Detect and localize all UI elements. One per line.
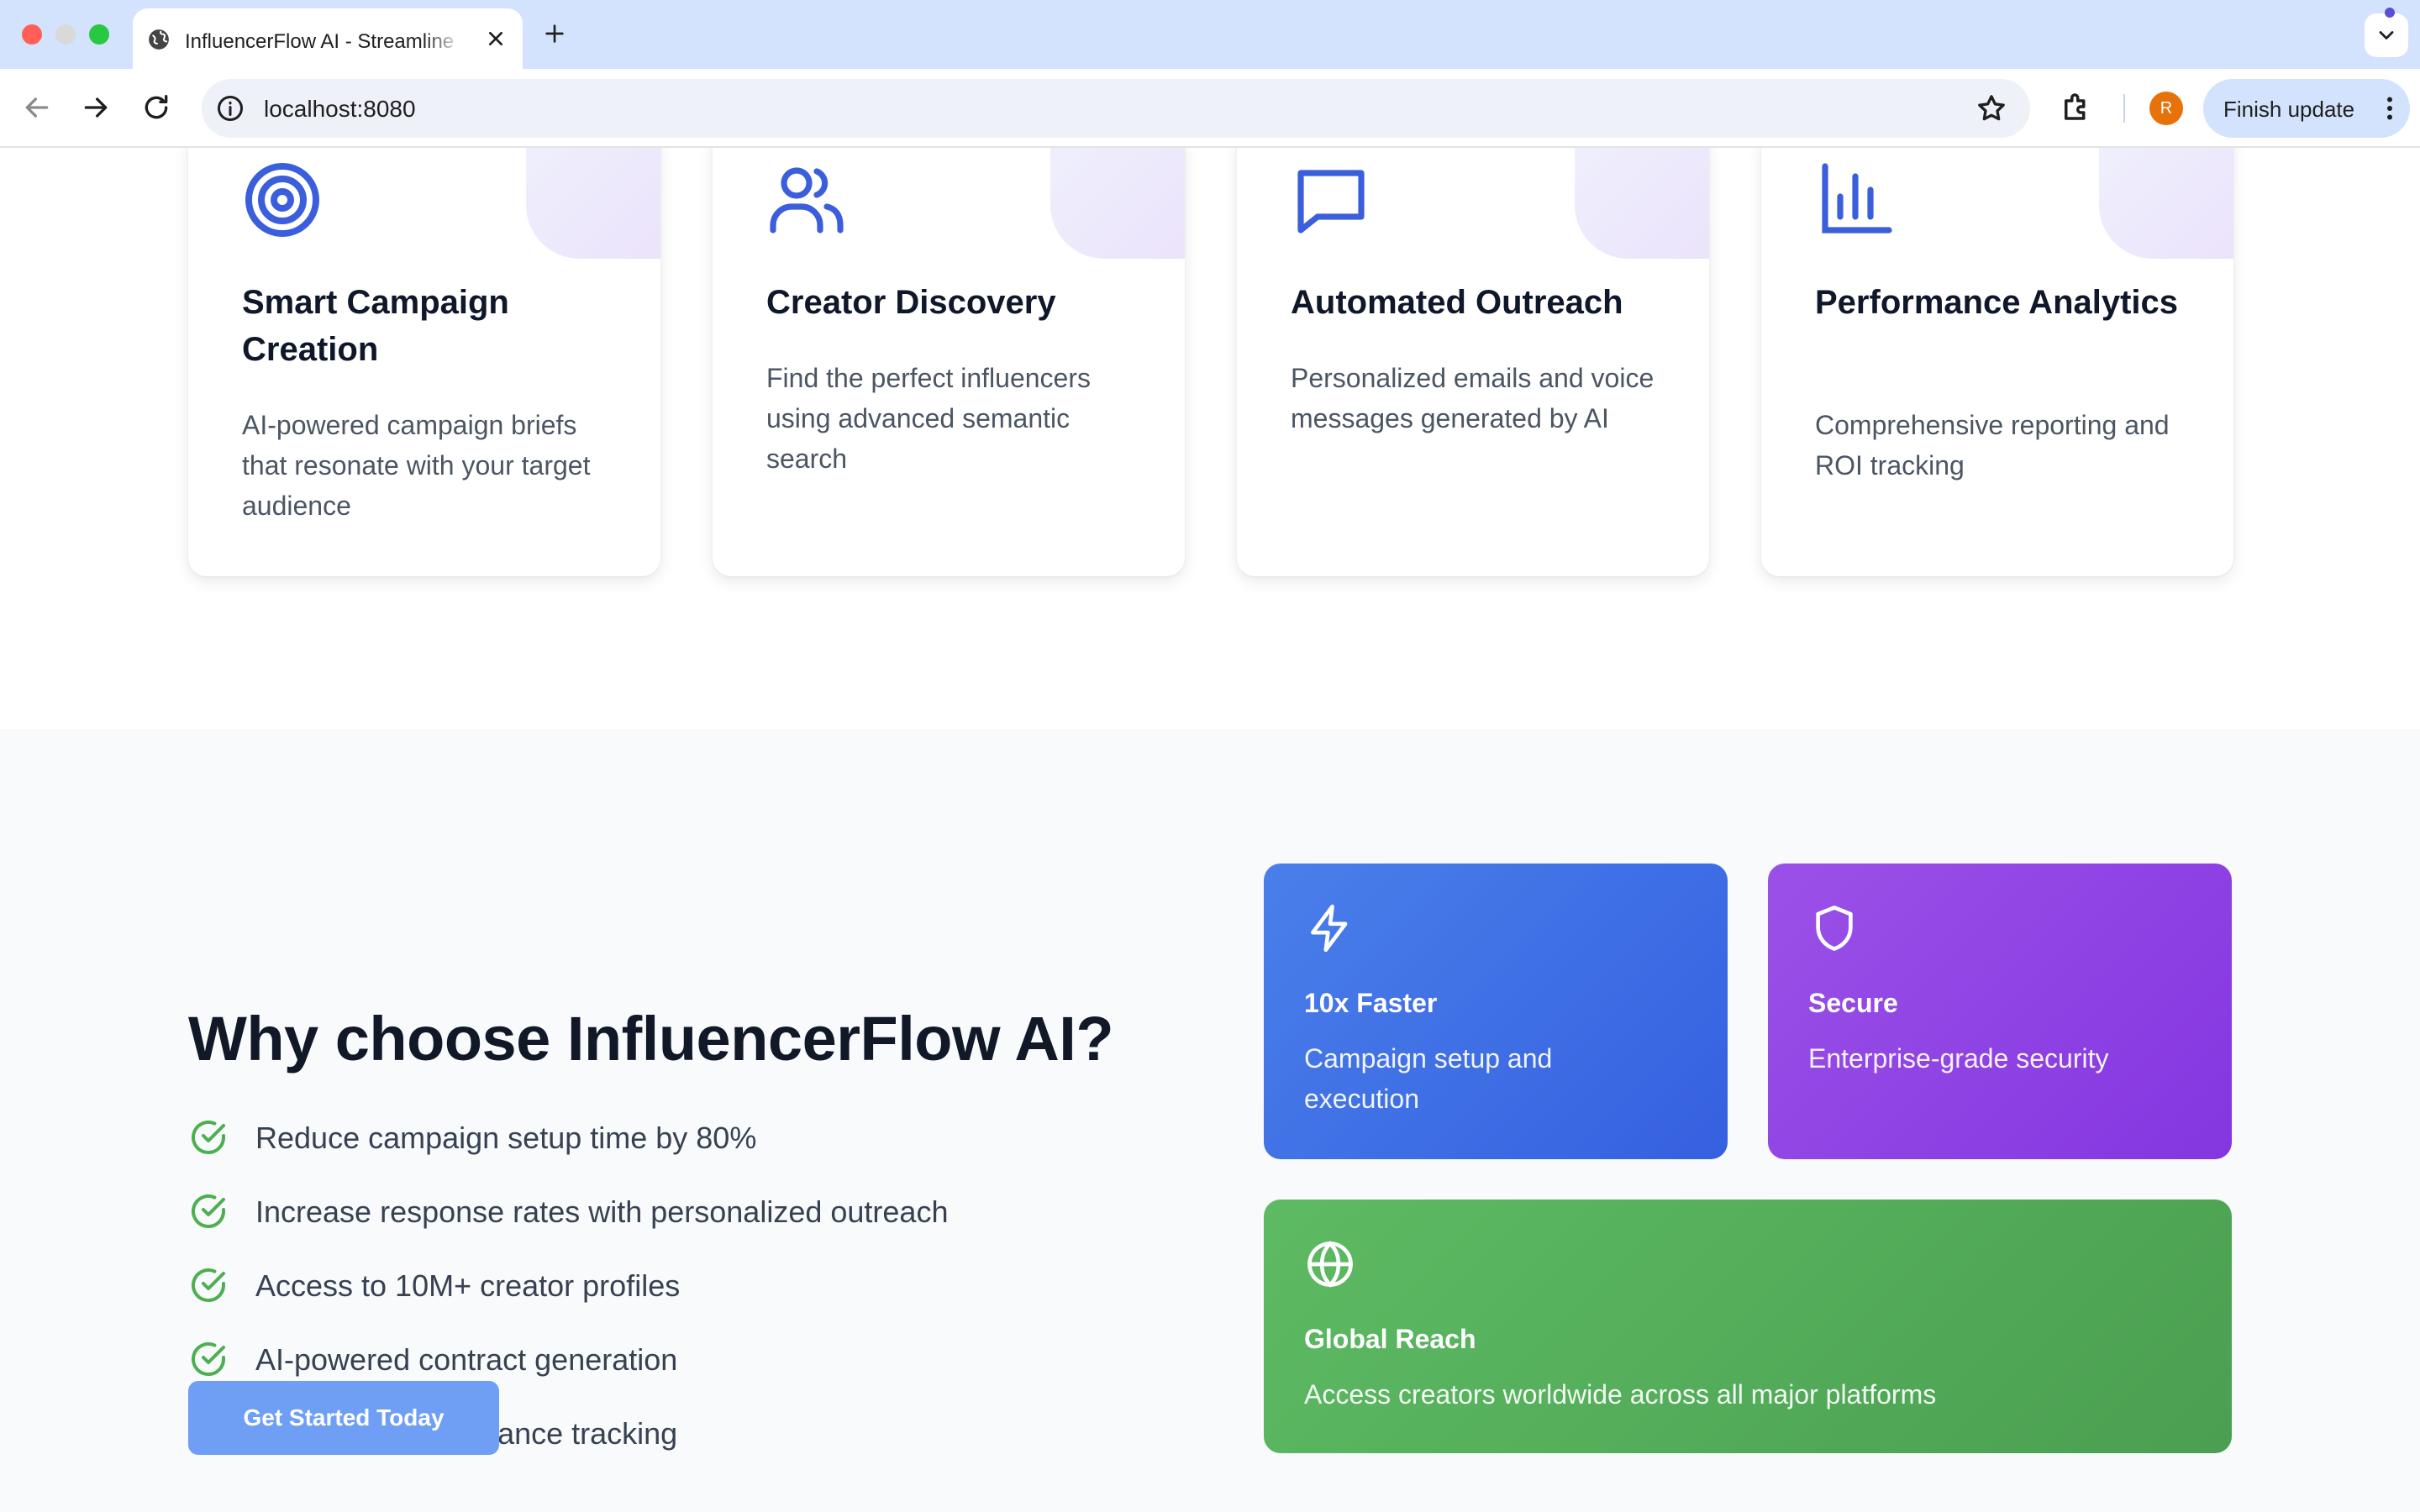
- forward-arrow-icon[interactable]: [79, 91, 113, 124]
- feature-card-automated-outreach: Automated Outreach Personalized emails a…: [1237, 148, 1709, 576]
- chevron-down-icon: [2379, 31, 2394, 39]
- minimize-window-button[interactable]: [55, 24, 76, 45]
- globe-icon: [149, 29, 169, 50]
- users-icon: [770, 167, 844, 234]
- tab-search-button[interactable]: [2365, 13, 2408, 57]
- benefit-text: Increase response rates with personalize…: [255, 1194, 949, 1229]
- stat-title: Global Reach: [1304, 1324, 1476, 1354]
- check-circle-icon: [192, 1194, 225, 1228]
- feature-description: Comprehensive reporting and ROI tracking: [1815, 410, 2170, 480]
- browser-tab-bar: InfluencerFlow AI - Streamline: [0, 0, 2420, 69]
- section-title: Why choose InfluencerFlow AI?: [188, 1004, 1114, 1074]
- shield-icon: [1816, 906, 1853, 951]
- feature-description: Personalized emails and voice messages g…: [1291, 363, 1655, 433]
- stat-card-faster: 10x Faster Campaign setup and execution: [1264, 864, 1728, 1159]
- notification-dot: [2385, 8, 2395, 18]
- bookmark-star-icon[interactable]: [1975, 92, 2008, 125]
- site-info-icon[interactable]: [215, 93, 245, 123]
- profile-avatar[interactable]: R: [2149, 92, 2183, 125]
- card-corner-decoration: [2099, 148, 2233, 259]
- benefit-text: Access to 10M+ creator profiles: [255, 1268, 681, 1303]
- feature-description: AI-powered campaign briefs that resonate…: [242, 410, 591, 521]
- bar-chart-icon: [1822, 163, 1892, 234]
- lightning-icon: [1311, 904, 1348, 953]
- card-corner-decoration: [526, 148, 660, 259]
- globe-icon: [1307, 1241, 1353, 1288]
- stat-description: Campaign setup and execution: [1304, 1043, 1553, 1114]
- target-icon: [245, 163, 319, 237]
- feature-description: Find the perfect influencers using advan…: [766, 363, 1091, 474]
- extensions-puzzle-icon[interactable]: [2059, 89, 2094, 124]
- back-arrow-icon[interactable]: [20, 91, 54, 124]
- get-started-button[interactable]: Get Started Today: [188, 1381, 499, 1455]
- feature-title: Smart Campaign Creation: [242, 284, 509, 368]
- url-text[interactable]: localhost:8080: [264, 96, 416, 123]
- more-vertical-icon: [2387, 97, 2392, 120]
- feature-card-smart-campaign: Smart Campaign Creation AI-powered campa…: [188, 148, 660, 576]
- feature-title: Performance Analytics: [1815, 284, 2179, 321]
- address-bar[interactable]: localhost:8080: [202, 79, 2030, 138]
- close-window-button[interactable]: [22, 24, 42, 45]
- stat-description: Access creators worldwide across all maj…: [1304, 1379, 1937, 1410]
- check-circle-icon: [192, 1342, 225, 1376]
- page-viewport: Smart Campaign Creation AI-powered campa…: [0, 148, 2420, 1512]
- feature-title: Automated Outreach: [1291, 284, 1623, 321]
- feature-card-performance-analytics: Performance Analytics Comprehensive repo…: [1761, 148, 2233, 576]
- finish-update-button[interactable]: Finish update: [2203, 79, 2410, 138]
- benefit-text: Reduce campaign setup time by 80%: [255, 1121, 757, 1155]
- toolbar-divider: [2123, 94, 2125, 123]
- stat-description: Enterprise-grade security: [1808, 1043, 2109, 1074]
- check-circle-icon: [192, 1268, 225, 1302]
- feature-title: Creator Discovery: [766, 284, 1056, 321]
- message-icon: [1297, 170, 1365, 234]
- browser-tab[interactable]: InfluencerFlow AI - Streamline: [133, 8, 523, 69]
- maximize-window-button[interactable]: [89, 24, 109, 45]
- check-circle-icon: [192, 1121, 225, 1154]
- stat-title: Secure: [1808, 988, 1898, 1018]
- reload-icon[interactable]: [139, 91, 173, 124]
- card-corner-decoration: [1575, 148, 1709, 259]
- finish-update-label: Finish update: [2223, 97, 2355, 122]
- tab-title: InfluencerFlow AI - Streamline: [185, 30, 455, 53]
- stat-title: 10x Faster: [1304, 988, 1438, 1018]
- stat-card-secure: Secure Enterprise-grade security: [1768, 864, 2232, 1159]
- browser-toolbar: localhost:8080 R Finish update: [0, 69, 2420, 148]
- new-tab-icon[interactable]: [541, 20, 568, 47]
- card-corner-decoration: [1050, 148, 1185, 259]
- feature-card-creator-discovery: Creator Discovery Find the perfect influ…: [713, 148, 1185, 576]
- close-tab-icon[interactable]: [482, 25, 509, 52]
- stat-card-global-reach: Global Reach Access creators worldwide a…: [1264, 1200, 2232, 1453]
- benefit-text: AI-powered contract generation: [255, 1342, 678, 1377]
